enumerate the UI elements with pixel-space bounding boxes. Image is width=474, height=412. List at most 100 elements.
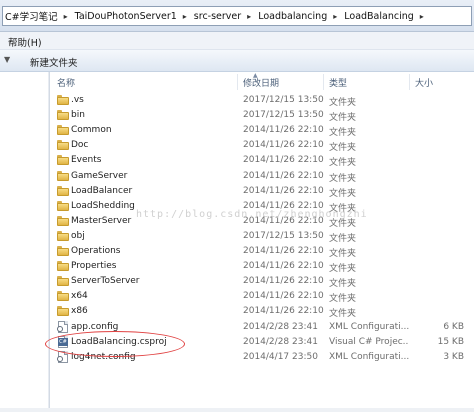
folder-icon [57,245,69,257]
folder-icon [57,200,69,212]
column-date[interactable]: 修改日期 [243,76,279,89]
file-date: 2014/11/26 22:10 [243,291,324,302]
file-row[interactable]: bin 2017/12/15 13:50 文件夹 [51,108,474,123]
csharp-project-icon: C# [57,335,69,348]
file-type: 文件夹 [329,294,357,305]
file-row[interactable]: obj 2017/12/15 13:50 文件夹 [51,229,474,244]
pane-splitter[interactable] [48,72,50,412]
folder-icon [57,154,69,166]
file-name: obj [71,230,85,241]
file-date: 2014/11/26 22:10 [243,125,324,136]
menu-help[interactable]: 帮助(H) [8,35,42,49]
file-row[interactable]: x86 2014/11/26 22:10 文件夹 [51,304,474,319]
file-date: 2017/12/15 13:50 [243,230,324,241]
column-divider[interactable] [323,74,324,90]
config-file-icon [57,350,69,363]
file-date: 2014/11/26 22:10 [243,155,324,166]
folder-icon [57,215,69,227]
column-divider[interactable] [237,74,238,90]
file-name: log4net.config [71,351,136,362]
file-row[interactable]: app.config 2014/2/28 23:41 XML Configurati… [51,320,474,335]
folder-icon [57,94,69,106]
file-row[interactable]: Properties 2014/11/26 22:10 文件夹 [51,259,474,274]
file-type: 文件夹 [329,309,357,320]
breadcrumb-arrow-icon[interactable]: ▸ [417,12,427,21]
folder-icon [57,139,69,151]
file-date: 2014/11/26 22:10 [243,185,324,196]
menu-bar: 帮助(H) [0,32,474,50]
file-type: 文件夹 [329,188,357,199]
file-row[interactable]: Common 2014/11/26 22:10 文件夹 [51,123,474,138]
file-name: MasterServer [71,215,132,226]
file-row[interactable]: log4net.config 2014/4/17 23:50 XML Configu… [51,350,474,365]
file-name: LoadShedding [71,200,135,211]
folder-icon [57,170,69,182]
file-type: 文件夹 [329,128,357,139]
file-row[interactable]: Events 2014/11/26 22:10 文件夹 [51,153,474,168]
file-name: ServerToServer [71,276,140,287]
address-bar: C#学习笔记 ▸ TaiDouPhotonServer1 ▸ src-server ▸ Lo… [0,0,474,32]
file-name: LoadBalancing.csproj [71,336,167,347]
file-type: 文件夹 [329,279,357,290]
file-type: XML Configurati... [329,351,409,362]
file-name: x86 [71,306,88,317]
file-date: 2014/11/26 22:10 [243,246,324,256]
breadcrumb-arrow-icon[interactable]: ▸ [61,12,71,21]
file-row[interactable]: GameServer 2014/11/26 22:10 文件夹 [51,169,474,184]
folder-icon [57,305,69,317]
breadcrumb-item[interactable]: Loadbalancing [254,11,330,22]
breadcrumb-arrow-icon[interactable]: ▸ [180,12,190,21]
file-name: app.config [71,321,119,332]
file-type: 文件夹 [329,113,357,124]
file-date: 2014/11/26 22:10 [243,140,324,151]
toolbar: ▼ 新建文件夹 [0,50,474,72]
column-name[interactable]: 名称 [57,76,75,89]
breadcrumb-item[interactable]: src-server [190,11,244,22]
file-type: 文件夹 [329,143,357,154]
file-name: Common [71,125,112,136]
breadcrumb-arrow-icon[interactable]: ▸ [330,12,340,21]
file-row[interactable]: Doc 2014/11/26 22:10 文件夹 [51,138,474,153]
file-row[interactable]: Operations 2014/11/26 22:10 文件夹 [51,244,474,259]
navigation-pane[interactable] [0,72,48,412]
chevron-down-icon[interactable]: ▼ [4,55,10,64]
breadcrumb-item[interactable]: LoadBalancing [340,11,417,22]
new-folder-button[interactable]: 新建文件夹 [30,55,78,69]
column-size[interactable]: 大小 [415,76,433,89]
file-size: 6 KB [443,321,464,332]
file-type: 文件夹 [329,173,357,184]
file-row[interactable]: .vs 2017/12/15 13:50 文件夹 [51,93,474,108]
column-divider[interactable] [409,74,410,90]
file-date: 2017/12/15 13:50 [243,95,324,105]
file-date: 2017/12/15 13:50 [243,110,324,121]
folder-icon [57,109,69,121]
column-header: 名称 ▲ 修改日期 类型 大小 [51,72,474,92]
breadcrumb-item[interactable]: C#学习笔记 [3,9,61,23]
config-file-icon [57,320,69,333]
file-size: 3 KB [443,351,464,362]
column-type[interactable]: 类型 [329,76,347,89]
folder-icon [57,290,69,302]
breadcrumb[interactable]: C#学习笔记 ▸ TaiDouPhotonServer1 ▸ src-server ▸ Lo… [2,6,472,26]
file-type: XML Configurati... [329,321,409,332]
breadcrumb-arrow-icon[interactable]: ▸ [244,12,254,21]
file-date: 2014/11/26 22:10 [243,276,324,287]
file-name: bin [71,110,85,121]
folder-icon [57,275,69,287]
folder-icon [57,124,69,136]
file-date: 2014/2/28 23:41 [243,321,318,332]
file-type: 文件夹 [329,233,357,244]
status-edge [0,408,474,412]
file-row[interactable]: ServerToServer 2014/11/26 22:10 文件夹 [51,274,474,289]
file-name: GameServer [71,170,128,181]
file-row[interactable]: x64 2014/11/26 22:10 文件夹 [51,289,474,304]
file-type: 文件夹 [329,158,357,169]
breadcrumb-item[interactable]: TaiDouPhotonServer1 [71,11,180,22]
folder-icon [57,260,69,272]
file-type: Visual C# Projec... [329,336,409,347]
file-size: 15 KB [437,336,464,347]
file-row[interactable]: C# LoadBalancing.csproj 2014/2/28 23:41 Vis… [51,335,474,350]
file-type: 文件夹 [329,98,357,108]
watermark: http://blog.csdn.net/zhenghongzhi [136,209,368,220]
file-row[interactable]: LoadBalancer 2014/11/26 22:10 文件夹 [51,184,474,199]
